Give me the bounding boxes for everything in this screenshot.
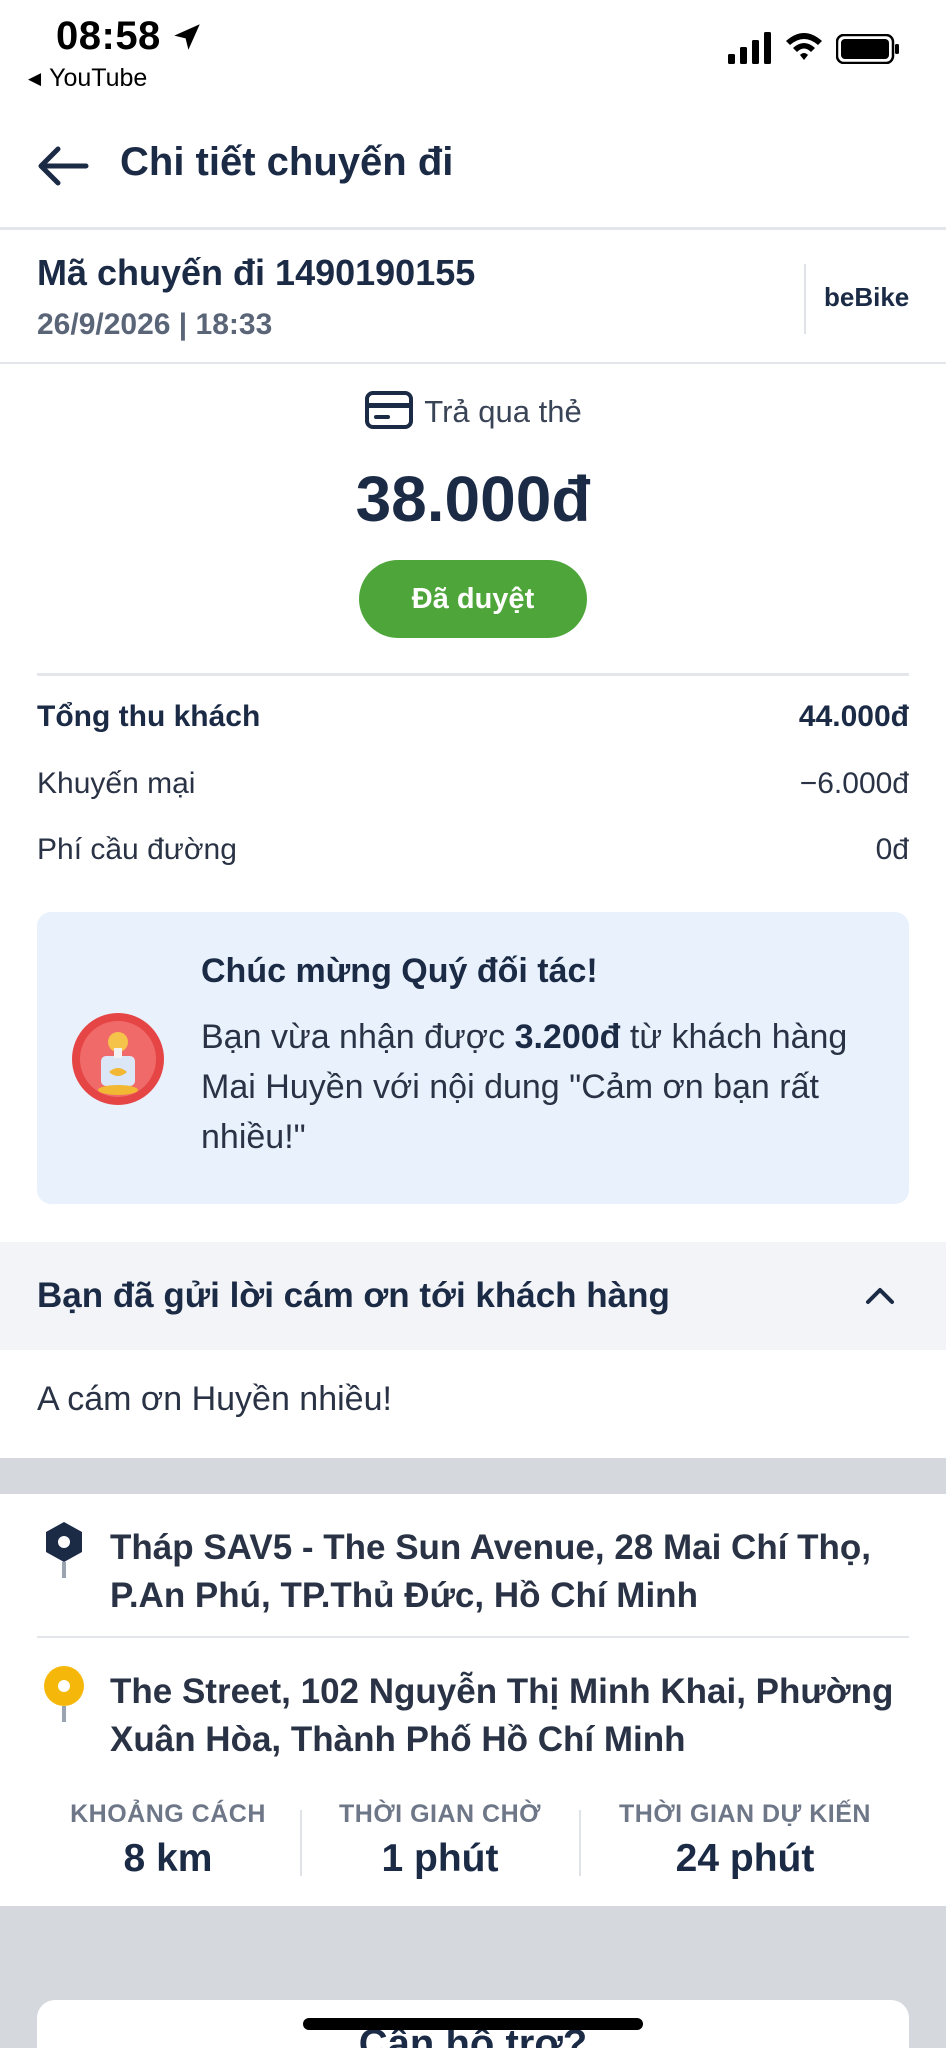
- stat-label: THỜI GIAN CHỜ: [339, 1800, 541, 1828]
- trip-code: Mã chuyến đi 1490190155: [37, 252, 476, 293]
- service-type: beBike: [824, 282, 910, 312]
- home-indicator: [303, 2018, 643, 2030]
- back-to-app-link[interactable]: ◀ YouTube: [28, 64, 147, 93]
- payment-method: Trả qua thẻ: [0, 390, 946, 430]
- signal-icon: [728, 32, 771, 64]
- stat-label: THỜI GIAN DỰ KIẾN: [619, 1800, 871, 1828]
- fee-label: Phí cầu đường: [37, 833, 237, 866]
- status-badge: Đã duyệt: [359, 560, 587, 638]
- dropoff-pin-icon: [44, 1666, 84, 1722]
- fee-value: 44.000đ: [798, 700, 909, 733]
- stat-value: 24 phút: [675, 1837, 815, 1880]
- congrats-text-before: Bạn vừa nhận được: [201, 1018, 515, 1056]
- stat-wait-time: THỜI GIAN CHỜ 1 phút: [302, 1800, 578, 1881]
- fee-row-total: Tổng thu khách 44.000đ: [37, 700, 909, 734]
- fee-label: Tổng thu khách: [37, 700, 261, 733]
- pickup-address: Tháp SAV5 - The Sun Avenue, 28 Mai Chí T…: [110, 1528, 872, 1615]
- fee-value: −6.000đ: [799, 767, 909, 800]
- status-bar: 08:58 ◀ YouTube: [0, 0, 946, 100]
- payment-method-label: Trả qua thẻ: [424, 394, 582, 429]
- tip-jar-icon: [72, 1013, 164, 1105]
- divider: [37, 673, 909, 676]
- stat-distance: KHOẢNG CÁCH 8 km: [37, 1800, 299, 1881]
- arrow-left-icon[interactable]: [36, 144, 90, 188]
- fee-row-promotion: Khuyến mại −6.000đ: [37, 767, 909, 801]
- divider: [37, 1636, 909, 1638]
- trip-datetime: 26/9/2026 | 18:33: [37, 308, 273, 341]
- status-time: 08:58: [56, 14, 161, 58]
- fee-row-toll: Phí cầu đường 0đ: [37, 833, 909, 867]
- thanks-title: Bạn đã gửi lời cám ơn tới khách hàng: [37, 1276, 670, 1315]
- app-header: Chi tiết chuyến đi: [0, 100, 946, 230]
- credit-card-icon: [365, 391, 414, 429]
- wifi-icon: [786, 33, 822, 60]
- fee-label: Khuyến mại: [37, 767, 196, 800]
- battery-icon: [836, 34, 899, 64]
- fee-value: 0đ: [875, 833, 909, 866]
- dropoff-address: The Street, 102 Nguyễn Thị Minh Khai, Ph…: [110, 1672, 894, 1759]
- page-title: Chi tiết chuyến đi: [120, 140, 454, 184]
- tip-congrats-card: Chúc mừng Quý đối tác! Bạn vừa nhận được…: [37, 912, 909, 1204]
- stat-estimated-time: THỜI GIAN DỰ KIẾN 24 phút: [581, 1800, 909, 1881]
- location-arrow-icon: [174, 24, 200, 50]
- thanks-section-header[interactable]: Bạn đã gửi lời cám ơn tới khách hàng: [0, 1242, 946, 1350]
- section-gap: [0, 1458, 946, 1494]
- congrats-title: Chúc mừng Quý đối tác!: [201, 952, 598, 990]
- chevron-up-icon[interactable]: [862, 1278, 898, 1314]
- trip-info: Mã chuyến đi 1490190155 26/9/2026 | 18:3…: [0, 232, 946, 364]
- tip-amount: 3.200đ: [514, 1018, 621, 1056]
- vertical-divider: [804, 264, 806, 334]
- trip-amount: 38.000đ: [355, 463, 591, 535]
- stat-label: KHOẢNG CÁCH: [70, 1800, 266, 1828]
- stat-value: 1 phút: [381, 1837, 499, 1880]
- thanks-message: A cám ơn Huyền nhiều!: [37, 1380, 392, 1418]
- congrats-message: Bạn vừa nhận được 3.200đ từ khách hàng M…: [201, 1012, 881, 1162]
- pickup-pin-icon: [46, 1522, 82, 1578]
- back-app-label: YouTube: [49, 64, 148, 92]
- stat-value: 8 km: [123, 1837, 213, 1880]
- back-triangle-icon: ◀: [28, 69, 42, 88]
